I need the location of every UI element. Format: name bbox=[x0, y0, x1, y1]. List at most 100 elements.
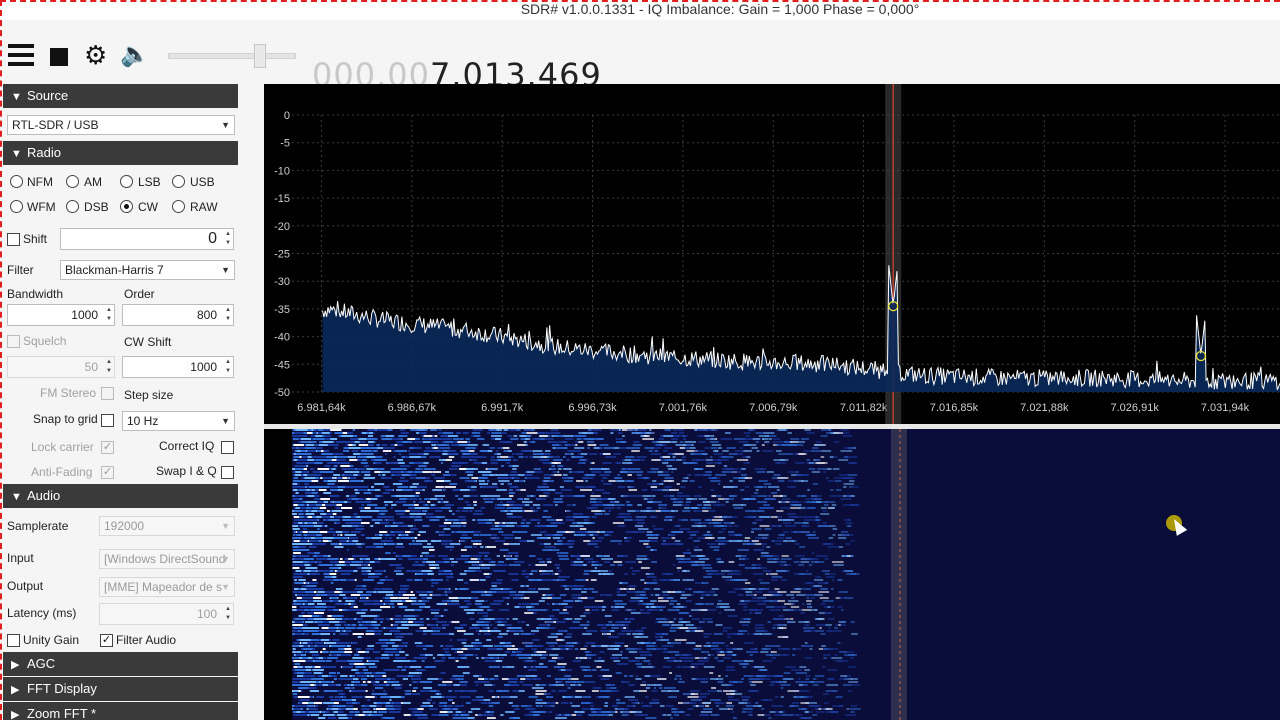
spectrum-fill-area bbox=[322, 265, 1280, 392]
y-tick-label: -5 bbox=[280, 138, 290, 150]
cwshift-label: CW Shift bbox=[124, 335, 172, 349]
mode-label-lsb: LSB bbox=[138, 175, 161, 189]
input-device-select[interactable]: [Windows DirectSound ▼ bbox=[99, 549, 235, 569]
stepper-arrows-icon[interactable]: ▲ ▼ bbox=[106, 306, 112, 324]
chevron-down-icon: ▼ bbox=[221, 265, 230, 275]
mode-radio-wfm[interactable] bbox=[10, 200, 23, 213]
swapiq-checkbox[interactable] bbox=[221, 466, 234, 479]
correctiq-label: Correct IQ bbox=[159, 439, 215, 453]
speaker-icon[interactable]: 🔈 bbox=[120, 42, 150, 68]
radio-section-header[interactable]: ▼ Radio bbox=[3, 141, 238, 165]
agc-section-header[interactable]: ▶ AGC bbox=[3, 652, 238, 676]
mode-radio-usb[interactable] bbox=[172, 175, 185, 188]
x-tick-label: 6.981,64k bbox=[297, 402, 346, 414]
expand-triangle-icon: ▼ bbox=[11, 491, 22, 503]
shift-stepper[interactable]: 0 ▲ ▼ bbox=[60, 228, 234, 250]
shift-checkbox[interactable] bbox=[7, 233, 20, 246]
filteraudio-label: Filter Audio bbox=[116, 633, 177, 647]
section-title: Source bbox=[27, 88, 69, 103]
mode-radio-cw[interactable] bbox=[120, 200, 133, 213]
mode-label-cw: CW bbox=[138, 200, 158, 214]
volume-slider[interactable] bbox=[168, 53, 296, 59]
waterfall-display[interactable] bbox=[264, 429, 1280, 720]
squelch-label: Squelch bbox=[23, 334, 67, 348]
collapsed-triangle-icon: ▶ bbox=[11, 709, 20, 720]
gear-icon[interactable]: ⚙ bbox=[84, 42, 112, 68]
mode-label-wfm: WFM bbox=[27, 200, 56, 214]
toolbar: ⚙ 🔈 000.007.013.469 bbox=[0, 20, 1280, 94]
samplerate-select[interactable]: 192000 ▼ bbox=[99, 516, 235, 536]
snap-label: Snap to grid bbox=[33, 412, 98, 426]
select-value: [MME] Mapeador de s bbox=[104, 580, 223, 594]
select-value: 192000 bbox=[104, 519, 145, 533]
mode-radio-raw[interactable] bbox=[172, 200, 185, 213]
audio-section-header[interactable]: ▼ Audio bbox=[3, 484, 238, 508]
mode-radio-nfm[interactable] bbox=[10, 175, 23, 188]
stop-icon[interactable] bbox=[50, 44, 78, 70]
stepper-arrows-icon[interactable]: ▲ ▼ bbox=[225, 605, 231, 623]
order-label: Order bbox=[124, 287, 155, 301]
filter-label: Filter bbox=[7, 263, 34, 277]
y-tick-label: -20 bbox=[274, 221, 290, 233]
waterfall-plot[interactable] bbox=[264, 429, 1280, 720]
section-title: AGC bbox=[27, 656, 56, 671]
y-tick-label: -40 bbox=[274, 332, 290, 344]
section-title: Zoom FFT * bbox=[27, 706, 97, 720]
x-tick-label: 7.006,79k bbox=[749, 402, 798, 414]
filter-select[interactable]: Blackman-Harris 7 ▼ bbox=[60, 260, 235, 280]
unitygain-label: Unity Gain bbox=[23, 633, 80, 647]
select-value: [Windows DirectSound bbox=[104, 552, 226, 566]
fmstereo-label: FM Stereo bbox=[40, 386, 97, 400]
stepsize-select[interactable]: 10 Hz ▼ bbox=[122, 411, 235, 431]
order-stepper[interactable]: 800 ▲ ▼ bbox=[122, 304, 234, 326]
fft-display-section-header[interactable]: ▶ FFT Display bbox=[3, 677, 238, 701]
window-title: SDR# v1.0.0.1331 - IQ Imbalance: Gain = … bbox=[520, 1, 920, 17]
source-section-header[interactable]: ▼ Source bbox=[3, 84, 238, 108]
latency-label: Latency (ms) bbox=[7, 606, 77, 620]
mode-radio-lsb[interactable] bbox=[120, 175, 133, 188]
spectrum-plot[interactable]: 0 -5 -10 -15 -20 -25 -30 -35 -40 -45 -50 6.981,64k 6… bbox=[264, 84, 1280, 424]
control-panel: ▼ Source RTL-SDR / USB ▼ ▼ Radio NFM AM LSB… bbox=[3, 84, 238, 720]
output-device-select[interactable]: [MME] Mapeador de s ▼ bbox=[99, 577, 235, 597]
mode-radio-dsb[interactable] bbox=[66, 200, 79, 213]
chevron-down-icon: ▼ bbox=[221, 416, 230, 426]
filteraudio-checkbox[interactable]: ✓ bbox=[100, 634, 113, 647]
snap-checkbox[interactable] bbox=[101, 414, 114, 427]
stepper-arrows-icon[interactable]: ▲ ▼ bbox=[225, 358, 231, 376]
stepper-arrows-icon[interactable]: ▲ ▼ bbox=[106, 358, 112, 376]
cwshift-stepper[interactable]: 1000 ▲ ▼ bbox=[122, 356, 234, 378]
bandwidth-stepper[interactable]: 1000 ▲ ▼ bbox=[7, 304, 115, 326]
lockcarrier-label: Lock carrier bbox=[31, 440, 94, 454]
latency-stepper[interactable]: 100 ▲ ▼ bbox=[99, 603, 234, 625]
squelch-stepper[interactable]: 50 ▲ ▼ bbox=[7, 356, 115, 378]
splitter[interactable] bbox=[238, 84, 264, 720]
antifading-checkbox[interactable]: ✓ bbox=[101, 466, 114, 479]
spectrum-analyzer[interactable]: 0 -5 -10 -15 -20 -25 -30 -35 -40 -45 -50 6.981,64k 6… bbox=[264, 84, 1280, 426]
source-device-select[interactable]: RTL-SDR / USB ▼ bbox=[7, 115, 235, 135]
squelch-value: 50 bbox=[84, 360, 98, 374]
correctiq-checkbox[interactable] bbox=[221, 441, 234, 454]
sdr-window: SDR# v1.0.0.1331 - IQ Imbalance: Gain = … bbox=[0, 0, 1280, 720]
expand-triangle-icon: ▼ bbox=[11, 148, 22, 160]
unitygain-checkbox[interactable] bbox=[7, 634, 20, 647]
stepper-arrows-icon[interactable]: ▲ ▼ bbox=[225, 230, 231, 248]
stepsize-label: Step size bbox=[124, 388, 174, 402]
mode-label-raw: RAW bbox=[190, 200, 218, 214]
squelch-checkbox[interactable] bbox=[7, 335, 20, 348]
lockcarrier-checkbox[interactable]: ✓ bbox=[101, 441, 114, 454]
shift-value: 0 bbox=[208, 230, 217, 247]
stepper-arrows-icon[interactable]: ▲ ▼ bbox=[225, 306, 231, 324]
antifading-label: Anti-Fading bbox=[31, 465, 93, 479]
select-value: Blackman-Harris 7 bbox=[65, 263, 164, 277]
x-tick-label: 7.026,91k bbox=[1111, 402, 1160, 414]
mode-radio-am[interactable] bbox=[66, 175, 79, 188]
collapsed-triangle-icon: ▶ bbox=[11, 659, 20, 671]
hamburger-menu-icon[interactable] bbox=[8, 44, 36, 70]
volume-slider-thumb[interactable] bbox=[253, 44, 266, 68]
chevron-down-icon: ▼ bbox=[221, 120, 230, 130]
y-tick-label: -50 bbox=[274, 387, 290, 399]
y-tick-label: -10 bbox=[274, 165, 290, 177]
x-tick-label: 7.021,88k bbox=[1020, 402, 1069, 414]
zoom-fft-section-header[interactable]: ▶ Zoom FFT * bbox=[3, 702, 238, 720]
fmstereo-checkbox[interactable] bbox=[101, 387, 114, 400]
